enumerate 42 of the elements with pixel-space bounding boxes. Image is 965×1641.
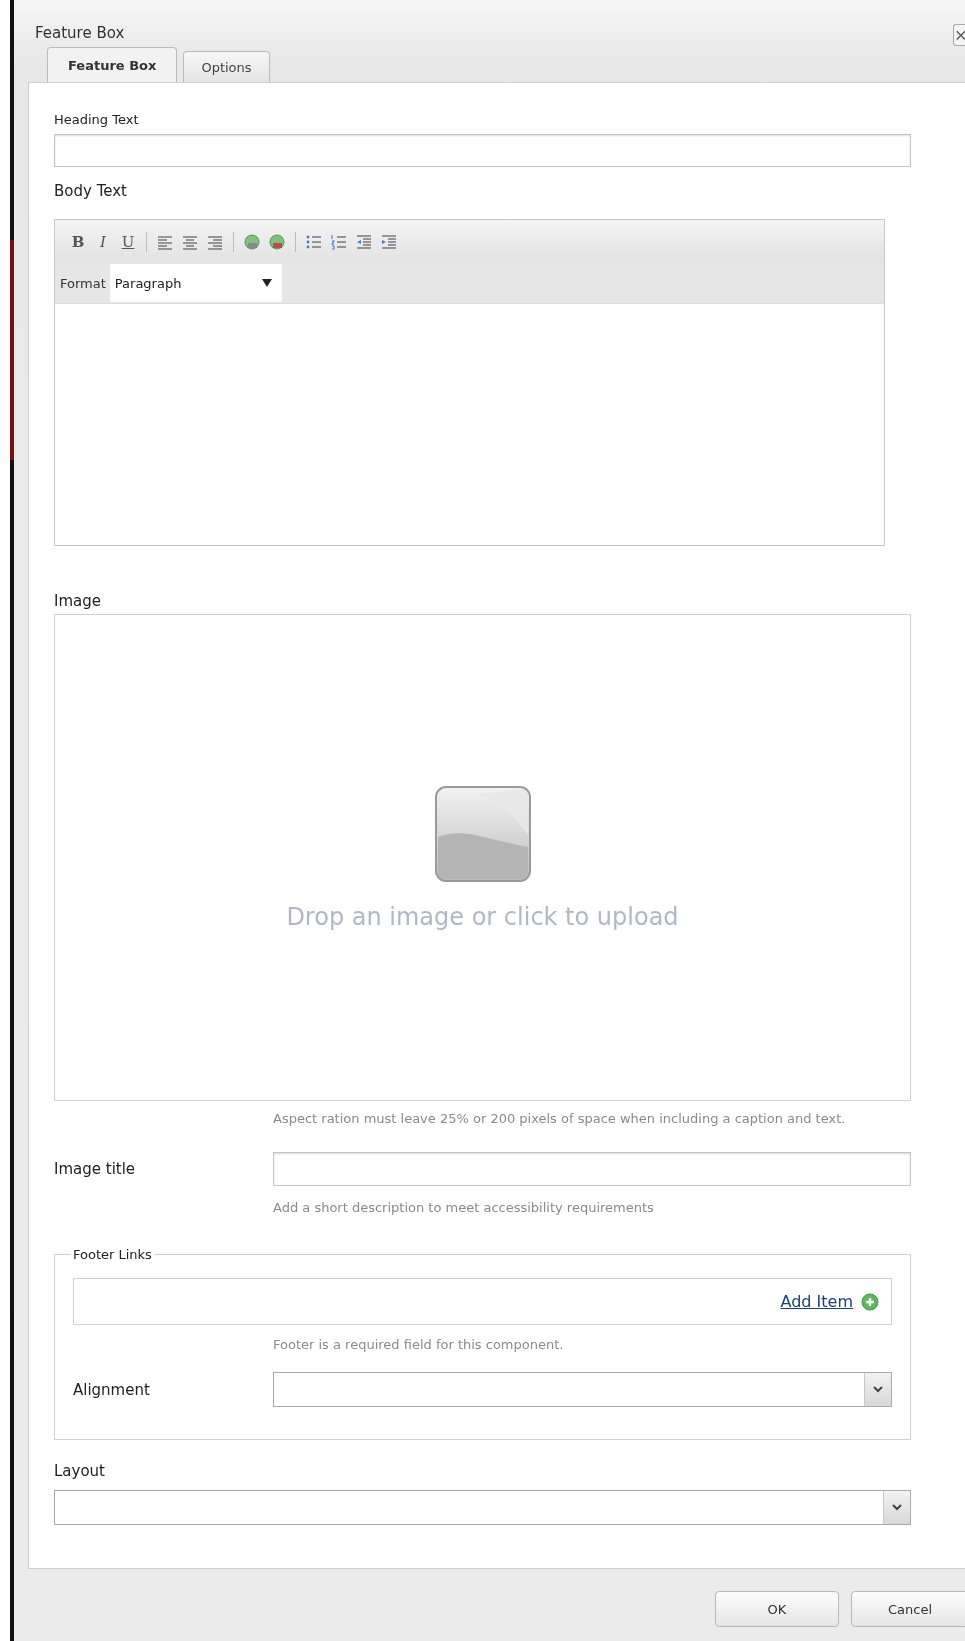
format-label: Format <box>60 275 106 291</box>
field-label: Image title <box>54 1160 137 1178</box>
add-item-link[interactable]: Add Item <box>780 1292 853 1311</box>
bold-button[interactable]: B <box>68 230 88 253</box>
dialog-button[interactable]: Cancel <box>851 1591 965 1627</box>
input-field[interactable] <box>273 1152 911 1186</box>
close-button[interactable] <box>953 24 965 46</box>
globe-icon <box>269 233 285 250</box>
tab[interactable]: Options <box>183 51 270 82</box>
tab[interactable]: Feature Box <box>47 47 178 82</box>
align-center-icon <box>182 233 198 250</box>
caret-icon <box>261 279 272 287</box>
globe-icon <box>244 233 260 250</box>
bullet-list-icon <box>306 233 322 250</box>
numbered-list-icon <box>331 233 347 250</box>
help-text: Footer is a required field for this component. <box>273 1336 565 1354</box>
window-title: Feature Box <box>35 24 125 42</box>
chevron-down-icon <box>873 1386 883 1393</box>
dropdown[interactable] <box>273 1372 892 1407</box>
help-text: Aspect ration must leave 25% or 200 pixels of space when including a caption and text. <box>273 1110 847 1128</box>
align-left-icon <box>157 233 173 250</box>
close-icon <box>954 29 965 41</box>
drop-hint: Drop an image or click to upload <box>286 902 679 931</box>
field-label: Body Text <box>54 181 128 201</box>
dropdown[interactable] <box>54 1490 911 1525</box>
field-label: Heading Text <box>54 111 140 129</box>
underline-button[interactable]: U <box>118 230 138 253</box>
outdent-icon <box>356 233 372 250</box>
input-field[interactable] <box>54 134 911 167</box>
chevron-down-icon <box>892 1504 902 1511</box>
dialog-button[interactable]: OK <box>715 1591 839 1627</box>
help-text: Add a short description to meet accessibility requirements <box>273 1199 655 1217</box>
field-label: Alignment <box>73 1380 151 1399</box>
field-label: Image <box>54 591 102 611</box>
group-legend: Footer Links <box>71 1247 154 1262</box>
add-icon <box>861 1292 879 1311</box>
image-placeholder-icon <box>433 784 532 883</box>
field-label: Layout <box>54 1461 106 1481</box>
italic-button[interactable]: I <box>93 230 113 253</box>
align-right-icon <box>207 233 223 250</box>
indent-icon <box>381 233 397 250</box>
format-dropdown[interactable]: Paragraph <box>109 264 282 302</box>
